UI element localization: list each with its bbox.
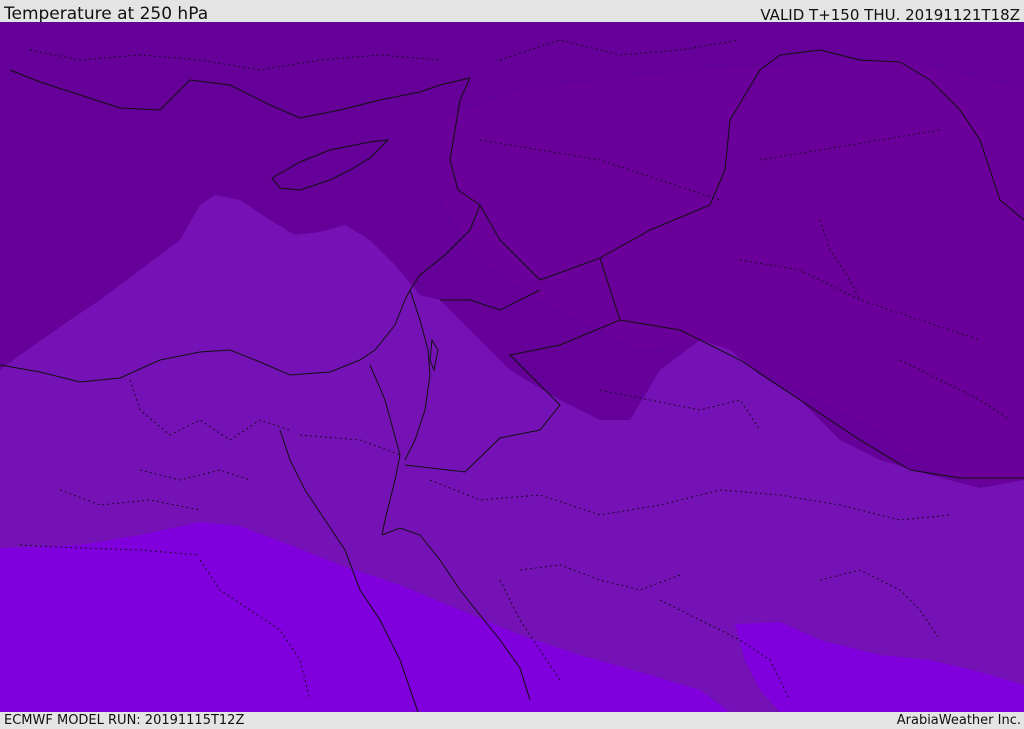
credit-label: ArabiaWeather Inc. xyxy=(896,713,1021,728)
model-run-label: ECMWF MODEL RUN: 20191115T12Z xyxy=(4,713,245,728)
footer-bar: ECMWF MODEL RUN: 20191115T12Z ArabiaWeat… xyxy=(0,712,1024,729)
header-bar: Temperature at 250 hPa VALID T+150 THU. … xyxy=(0,0,1024,24)
weather-map[interactable] xyxy=(0,22,1024,712)
